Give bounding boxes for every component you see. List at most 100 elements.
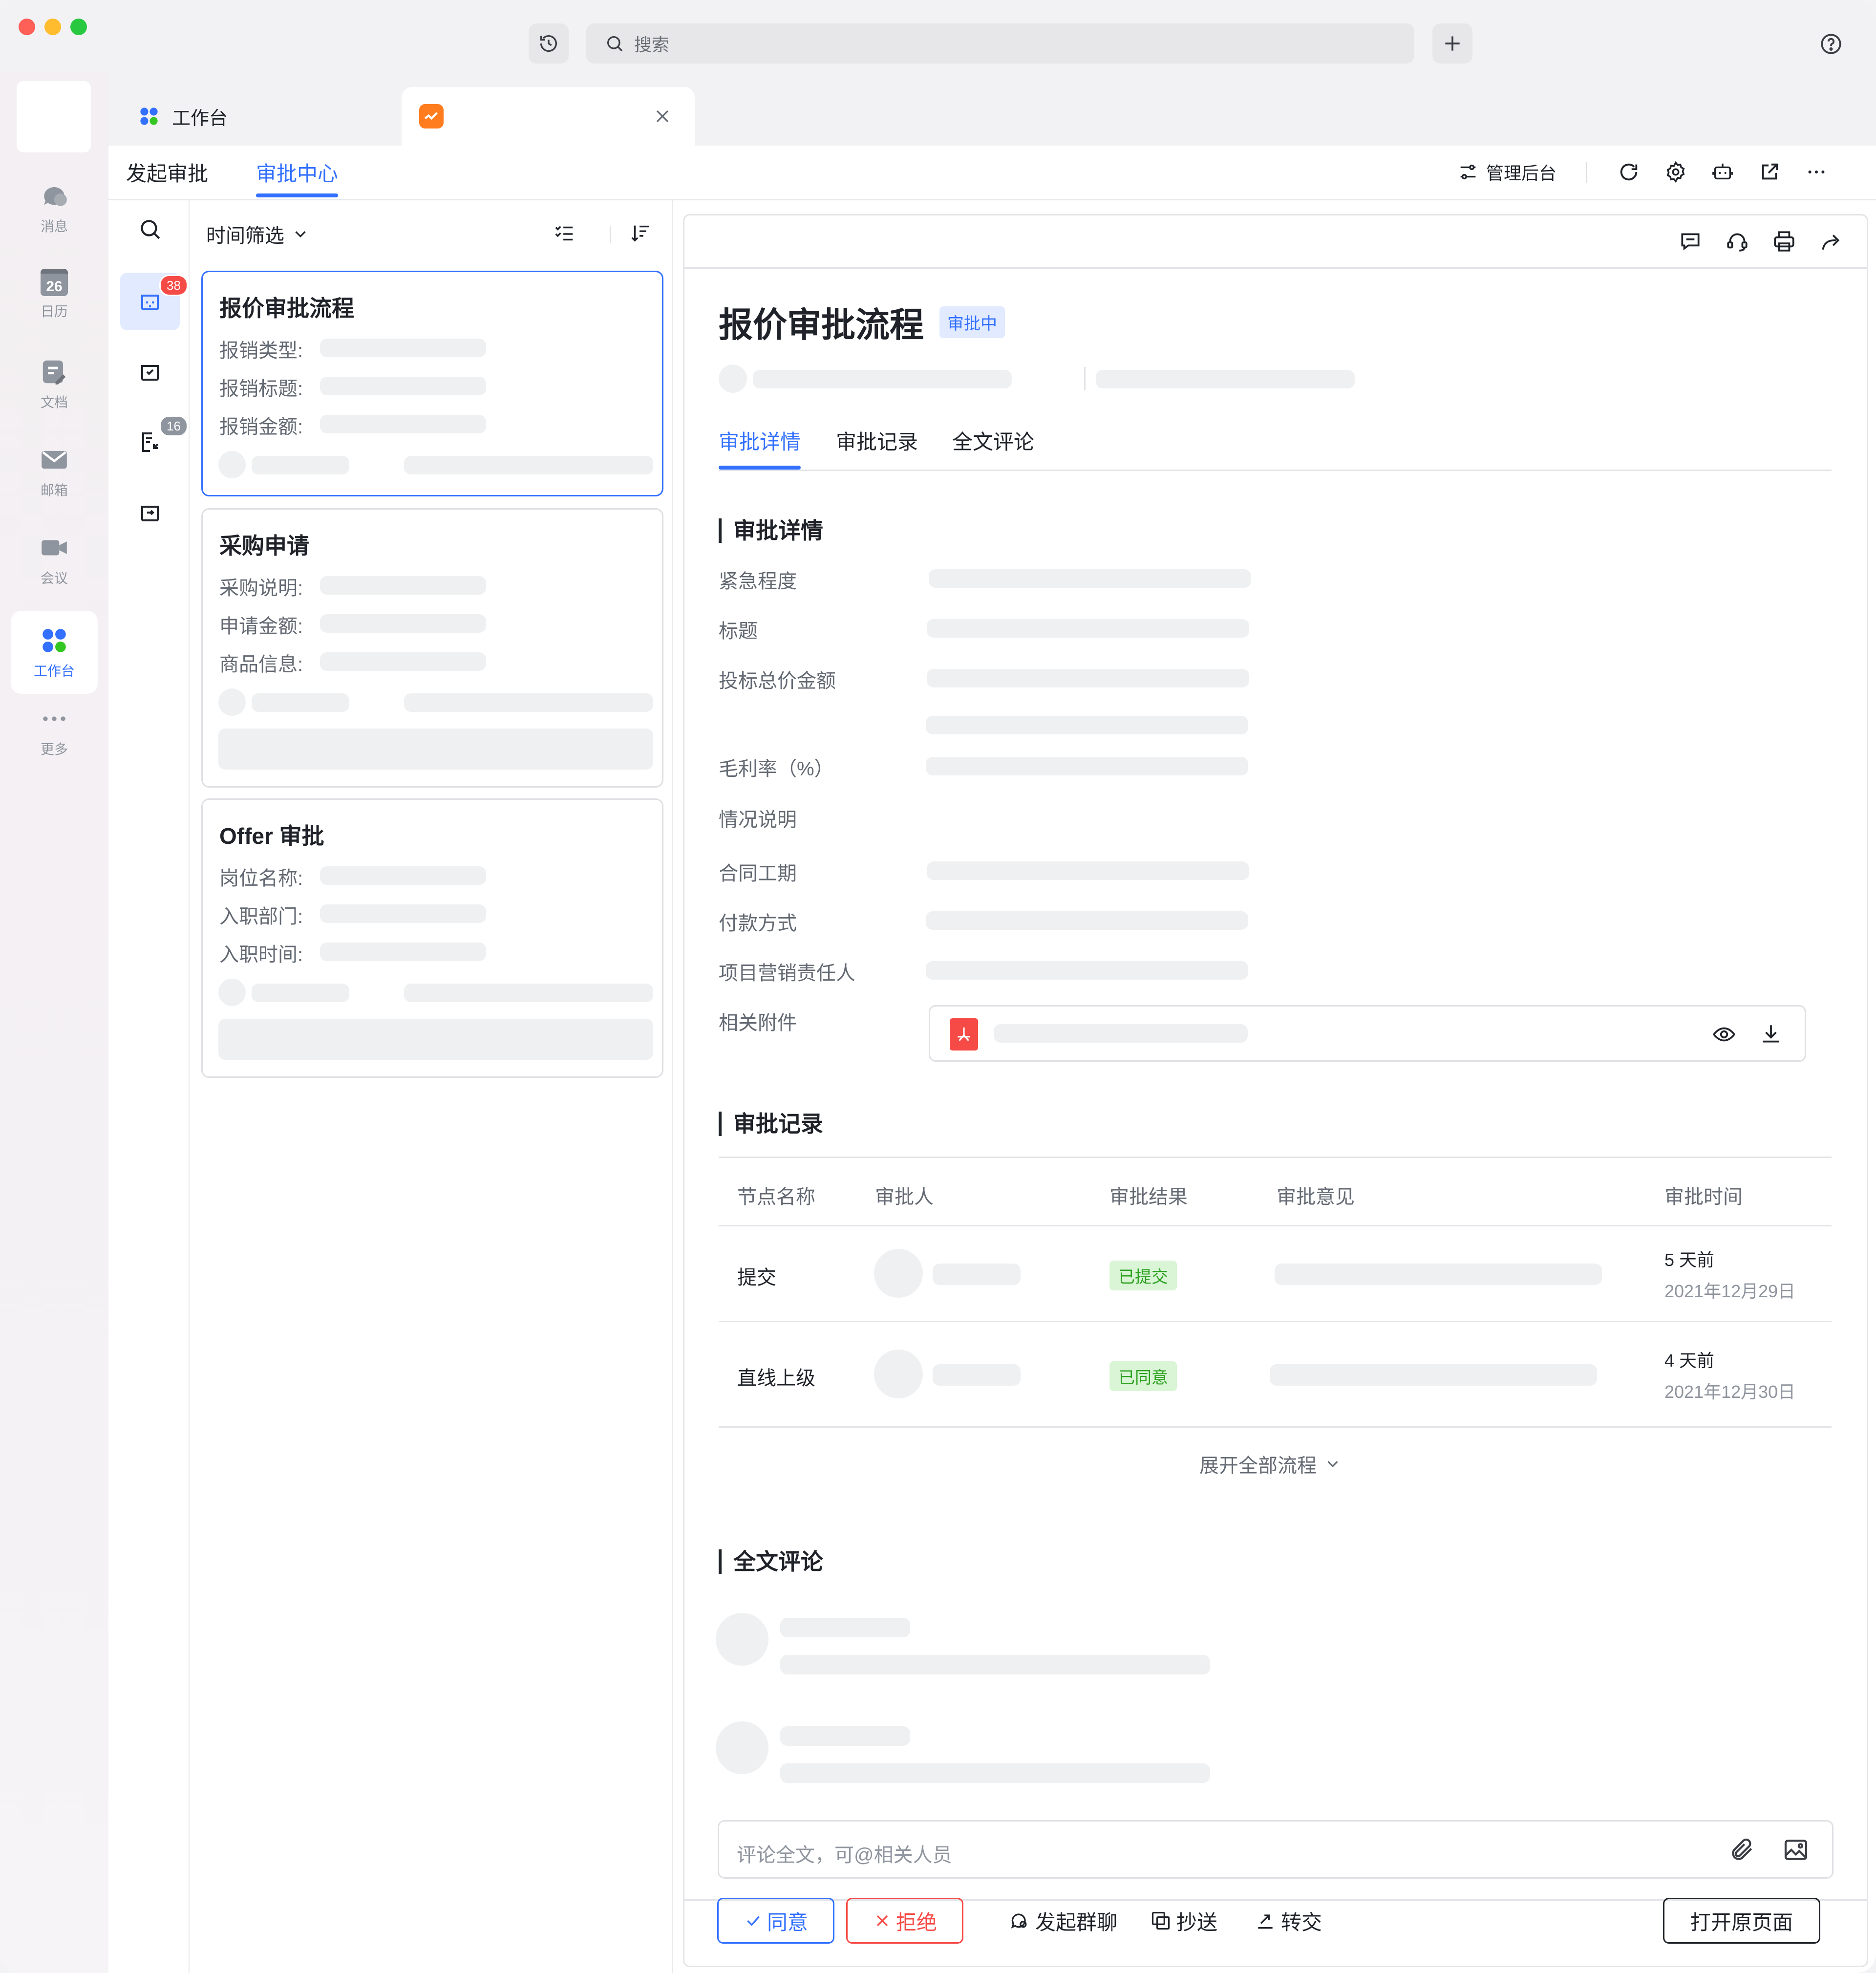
table-header-approver: 审批人: [875, 1186, 934, 1208]
open-original-label: 打开原页面: [1690, 1910, 1793, 1934]
placeholder-filename: [994, 1024, 1248, 1043]
placeholder-value: [320, 904, 486, 923]
expand-all-flow-button[interactable]: 展开全部流程: [1199, 1450, 1342, 1478]
avatar[interactable]: [17, 81, 91, 152]
placeholder-approver-name: [933, 1264, 1021, 1285]
initiated-approvals-button[interactable]: [120, 484, 180, 541]
chat-icon: [44, 187, 67, 206]
attachment-item[interactable]: [929, 1005, 1806, 1062]
comment-icon[interactable]: [1678, 229, 1703, 254]
open-original-page-button[interactable]: 打开原页面: [1663, 1898, 1820, 1944]
support-headset-icon[interactable]: [1725, 229, 1749, 254]
pdf-file-icon: [950, 1018, 978, 1051]
tab-approval-detail[interactable]: 审批详情: [719, 426, 801, 455]
approval-card-title: 报价审批流程: [219, 296, 354, 321]
agree-button[interactable]: 同意: [717, 1898, 834, 1944]
row-node-name: 直线上级: [737, 1368, 815, 1389]
sort-button[interactable]: [629, 222, 652, 244]
field-label-marketing-owner: 项目营销责任人: [719, 963, 855, 984]
start-group-chat-button[interactable]: 发起群聊: [996, 1898, 1130, 1944]
approval-card[interactable]: 报价审批流程 报销类型: 报销标题: 报销金额:: [201, 271, 663, 496]
app-window: 搜索 消息 26 日历 文档 邮箱 会议 工作台 更多 工作台 发起审批 审批中…: [0, 0, 1876, 1973]
table-header-node: 节点名称: [737, 1186, 815, 1208]
pending-approvals-button[interactable]: 38: [120, 273, 188, 330]
field-label-description: 情况说明: [719, 809, 797, 831]
row-node-name: 提交: [737, 1267, 776, 1288]
card-field-label: 采购说明:: [219, 578, 303, 599]
title-bar: 搜索: [0, 0, 1876, 87]
placeholder-content-block: [218, 729, 653, 770]
new-tab-button[interactable]: [1432, 23, 1472, 64]
image-icon[interactable]: [1782, 1836, 1810, 1864]
tab-approval-records[interactable]: 审批记录: [836, 426, 918, 455]
history-icon: [540, 35, 557, 52]
approval-card-title: Offer 审批: [219, 823, 324, 849]
time-filter-label: 时间筛选: [206, 225, 284, 247]
open-external-button[interactable]: [1757, 159, 1782, 185]
search-icon: [141, 220, 160, 239]
document-incoming-icon: [142, 432, 159, 452]
download-icon[interactable]: [1759, 1022, 1783, 1047]
placeholder-avatar: [218, 688, 246, 716]
approval-card[interactable]: 采购申请 采购说明: 申请金额: 商品信息:: [201, 508, 663, 788]
check-icon: [747, 1916, 760, 1926]
close-tab-icon[interactable]: [652, 106, 673, 127]
reject-button[interactable]: 拒绝: [846, 1898, 963, 1944]
comment-input[interactable]: 评论全文，可@相关人员: [718, 1820, 1833, 1879]
settings-button[interactable]: [1663, 159, 1688, 185]
card-field-label: 报销标题:: [219, 378, 303, 400]
detail-tabs: 审批详情 审批记录 全文评论: [719, 421, 1832, 471]
preview-eye-icon[interactable]: [1712, 1022, 1736, 1047]
admin-console-button[interactable]: 管理后台: [1457, 159, 1556, 185]
checklist-icon: [555, 226, 573, 241]
bot-icon: [1712, 163, 1733, 180]
bot-button[interactable]: [1710, 159, 1735, 185]
placeholder-comment: [1275, 1264, 1602, 1285]
history-button[interactable]: [529, 23, 569, 64]
placeholder-initiator: [753, 370, 1012, 388]
cc-approvals-button[interactable]: 16: [120, 413, 188, 471]
rail-item-docs[interactable]: 文档: [11, 357, 98, 440]
cc-button[interactable]: 抄送: [1142, 1898, 1225, 1944]
share-icon[interactable]: [1819, 229, 1843, 254]
approval-card[interactable]: Offer 审批 岗位名称: 入职部门: 入职时间:: [201, 798, 663, 1078]
card-field-label: 入职时间:: [219, 944, 303, 965]
rail-item-messages[interactable]: 消息: [11, 181, 98, 264]
external-link-icon: [1762, 163, 1778, 180]
rail-item-workplace[interactable]: 工作台: [11, 611, 98, 694]
tab-workplace[interactable]: 工作台: [119, 87, 393, 146]
rail-item-meetings[interactable]: 会议: [11, 533, 98, 616]
search-approvals-button[interactable]: [120, 200, 180, 258]
more-options-button[interactable]: [1804, 159, 1829, 185]
expand-flow-label: 展开全部流程: [1199, 1455, 1317, 1477]
help-button[interactable]: [1816, 29, 1846, 59]
placeholder-value: [929, 569, 1251, 588]
refresh-button[interactable]: [1616, 159, 1642, 185]
placeholder-comment-author: [780, 1618, 910, 1637]
rail-item-calendar[interactable]: 26 日历: [11, 269, 98, 352]
search-input[interactable]: 搜索: [586, 23, 1414, 64]
batch-select-button[interactable]: [553, 222, 576, 244]
placeholder-value: [926, 757, 1248, 775]
close-window-button[interactable]: [19, 19, 35, 35]
zoom-window-button[interactable]: [70, 19, 87, 35]
processed-approvals-button[interactable]: [120, 343, 180, 401]
result-tag-approved: 已同意: [1109, 1361, 1177, 1391]
rail-item-mail[interactable]: 邮箱: [11, 445, 98, 528]
tab-initiate-approval[interactable]: 发起审批: [126, 157, 208, 187]
rail-item-more[interactable]: 更多: [11, 704, 98, 787]
tab-approval-center[interactable]: 审批中心: [256, 157, 338, 187]
minimize-window-button[interactable]: [44, 19, 61, 35]
tab-full-comments[interactable]: 全文评论: [952, 426, 1034, 455]
tab-approval[interactable]: [402, 87, 695, 146]
active-tab-indicator: [256, 193, 338, 197]
time-filter-dropdown[interactable]: 时间筛选: [206, 220, 310, 248]
attach-icon[interactable]: [1728, 1836, 1756, 1864]
tab-strip: 工作台: [108, 87, 1876, 146]
search-icon: [607, 36, 623, 52]
transfer-button[interactable]: 转交: [1247, 1898, 1330, 1944]
print-icon[interactable]: [1772, 229, 1796, 254]
group-chat-label: 发起群聊: [1035, 1910, 1117, 1934]
placeholder-value: [320, 866, 486, 885]
workplace-icon: [43, 629, 66, 652]
